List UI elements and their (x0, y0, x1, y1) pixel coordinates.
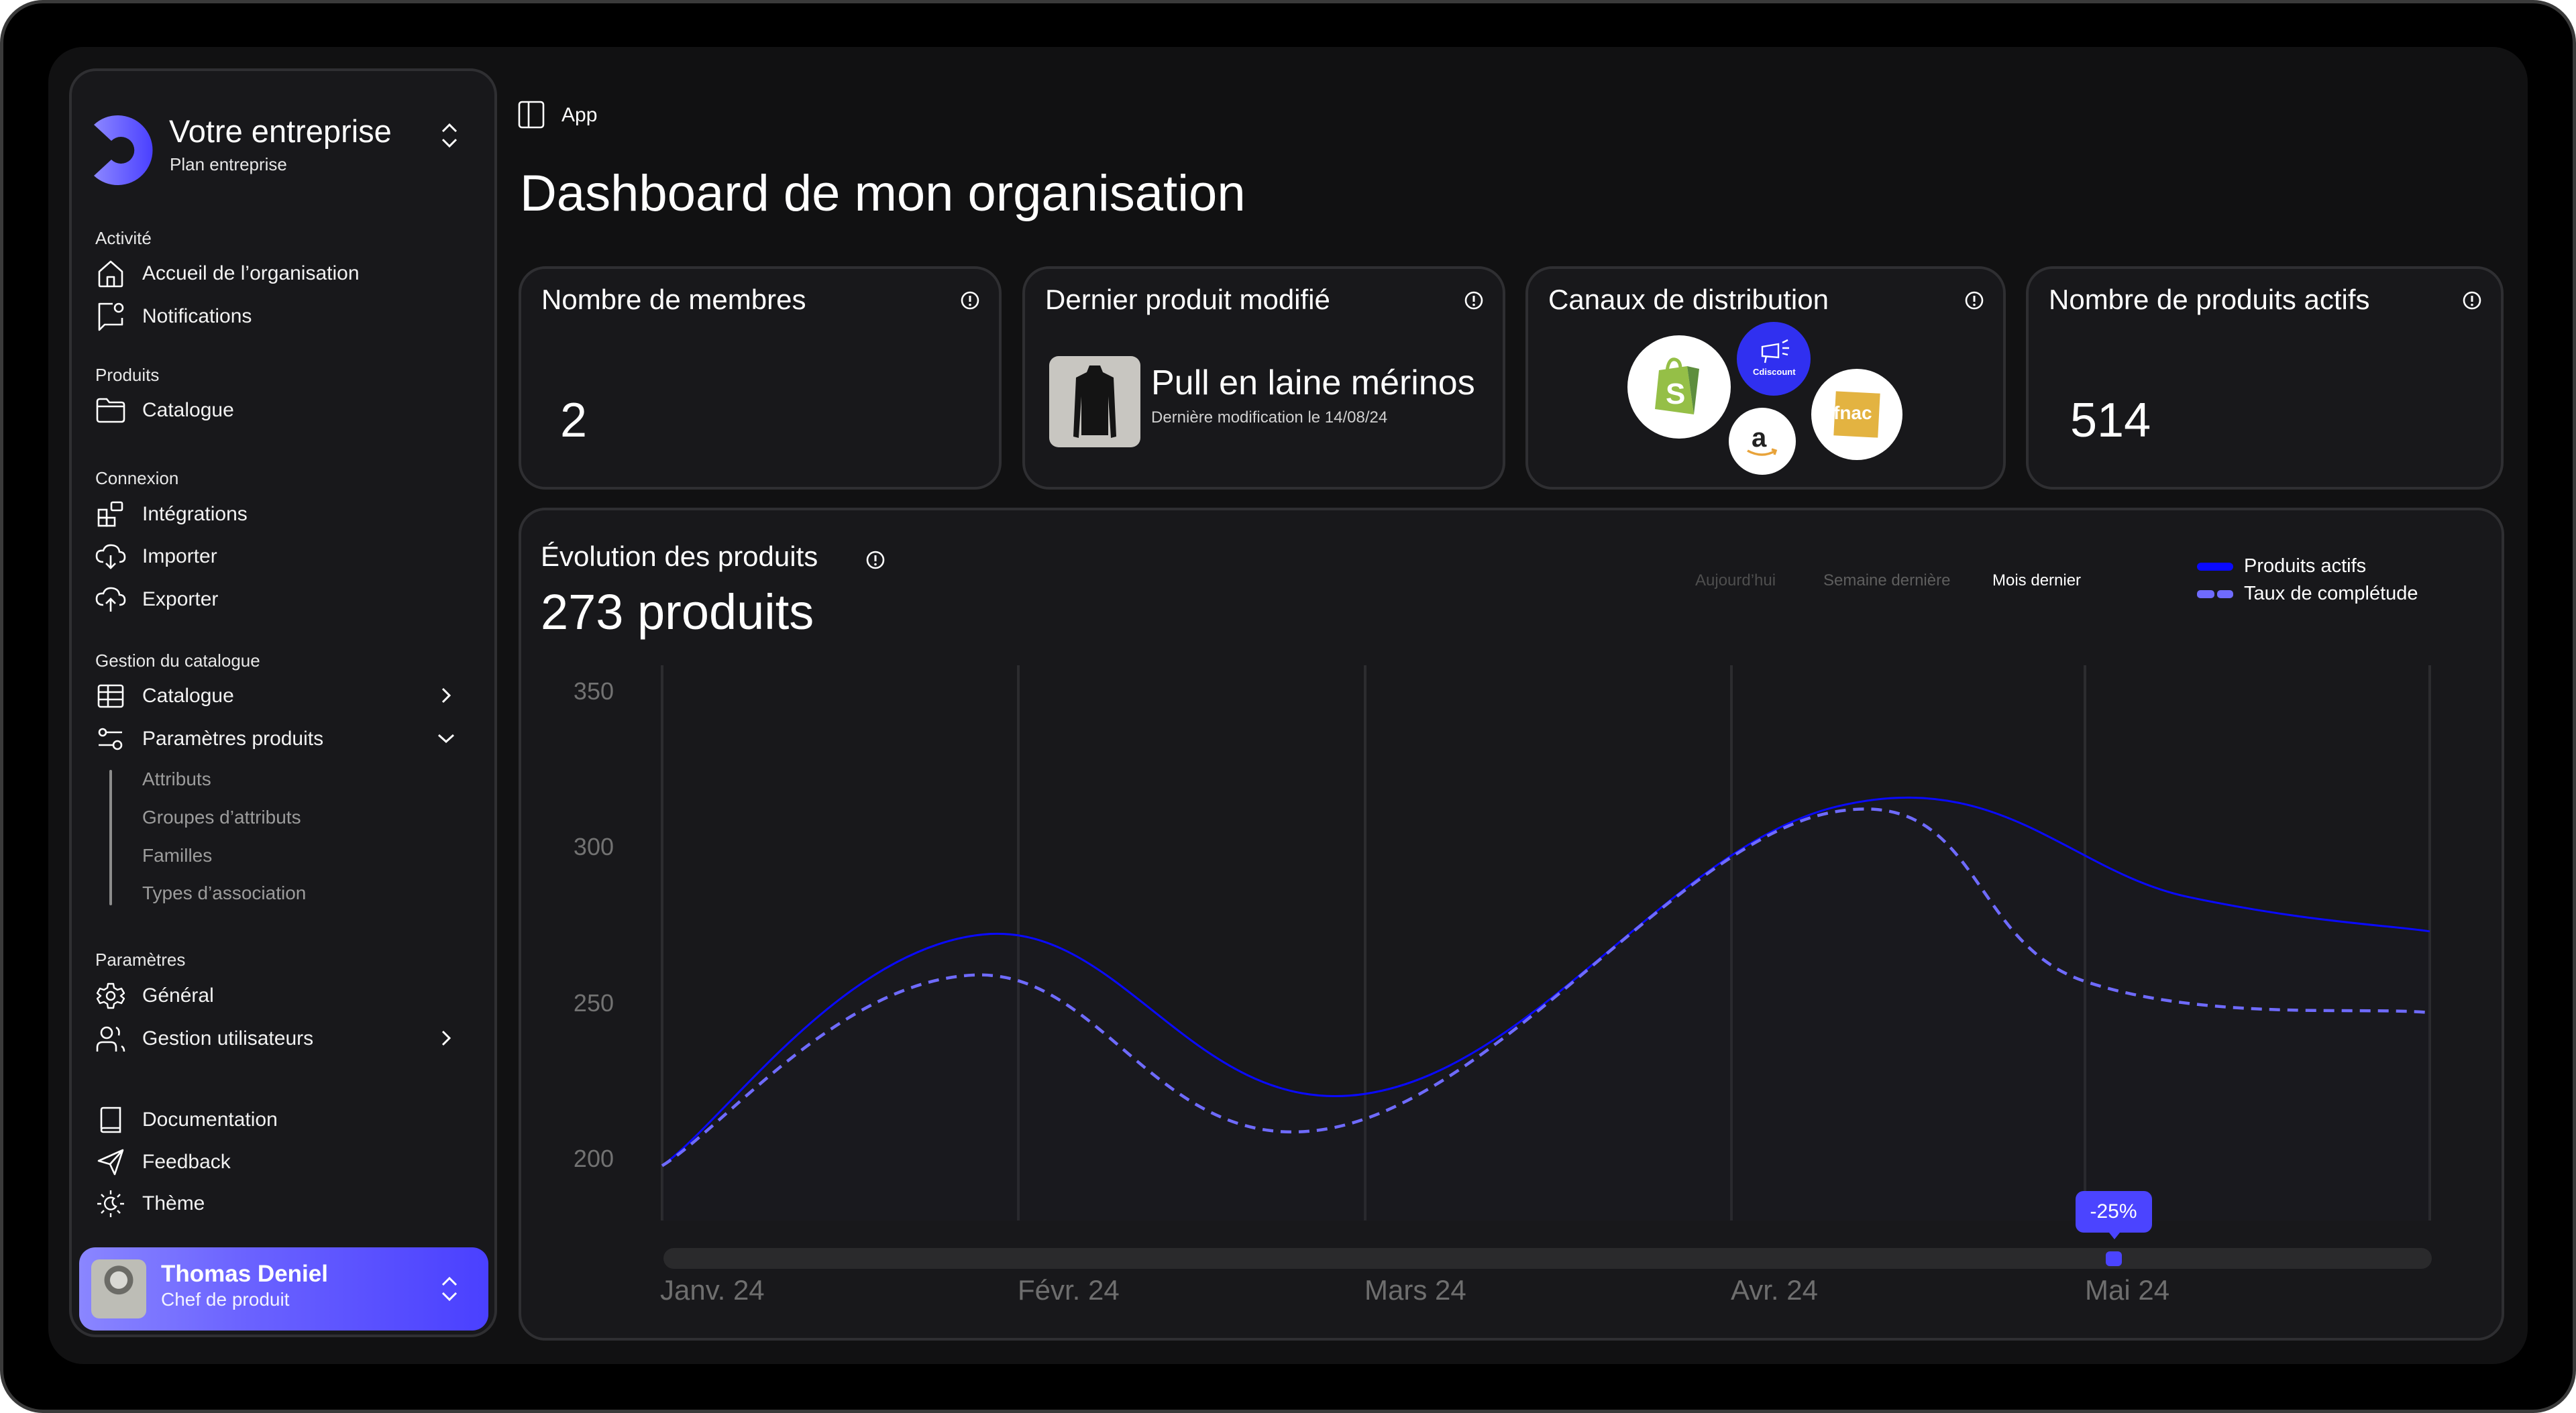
scrubber-tooltip: -25% (2075, 1191, 2152, 1239)
x-tick-label: Mars 24 (1364, 1274, 1466, 1306)
area-produits-actifs (662, 797, 2430, 1221)
timeline-scrubber-track[interactable] (663, 1248, 2432, 1269)
timeline-scrubber-handle[interactable] (2105, 1251, 2122, 1266)
x-tick-label: Mai 24 (2085, 1274, 2170, 1306)
x-tick-label: Févr. 24 (1018, 1274, 1120, 1306)
chart-plot (661, 665, 2431, 1221)
x-tick-label: Janv. 24 (660, 1274, 765, 1306)
x-tick-label: Avr. 24 (1731, 1274, 1818, 1306)
